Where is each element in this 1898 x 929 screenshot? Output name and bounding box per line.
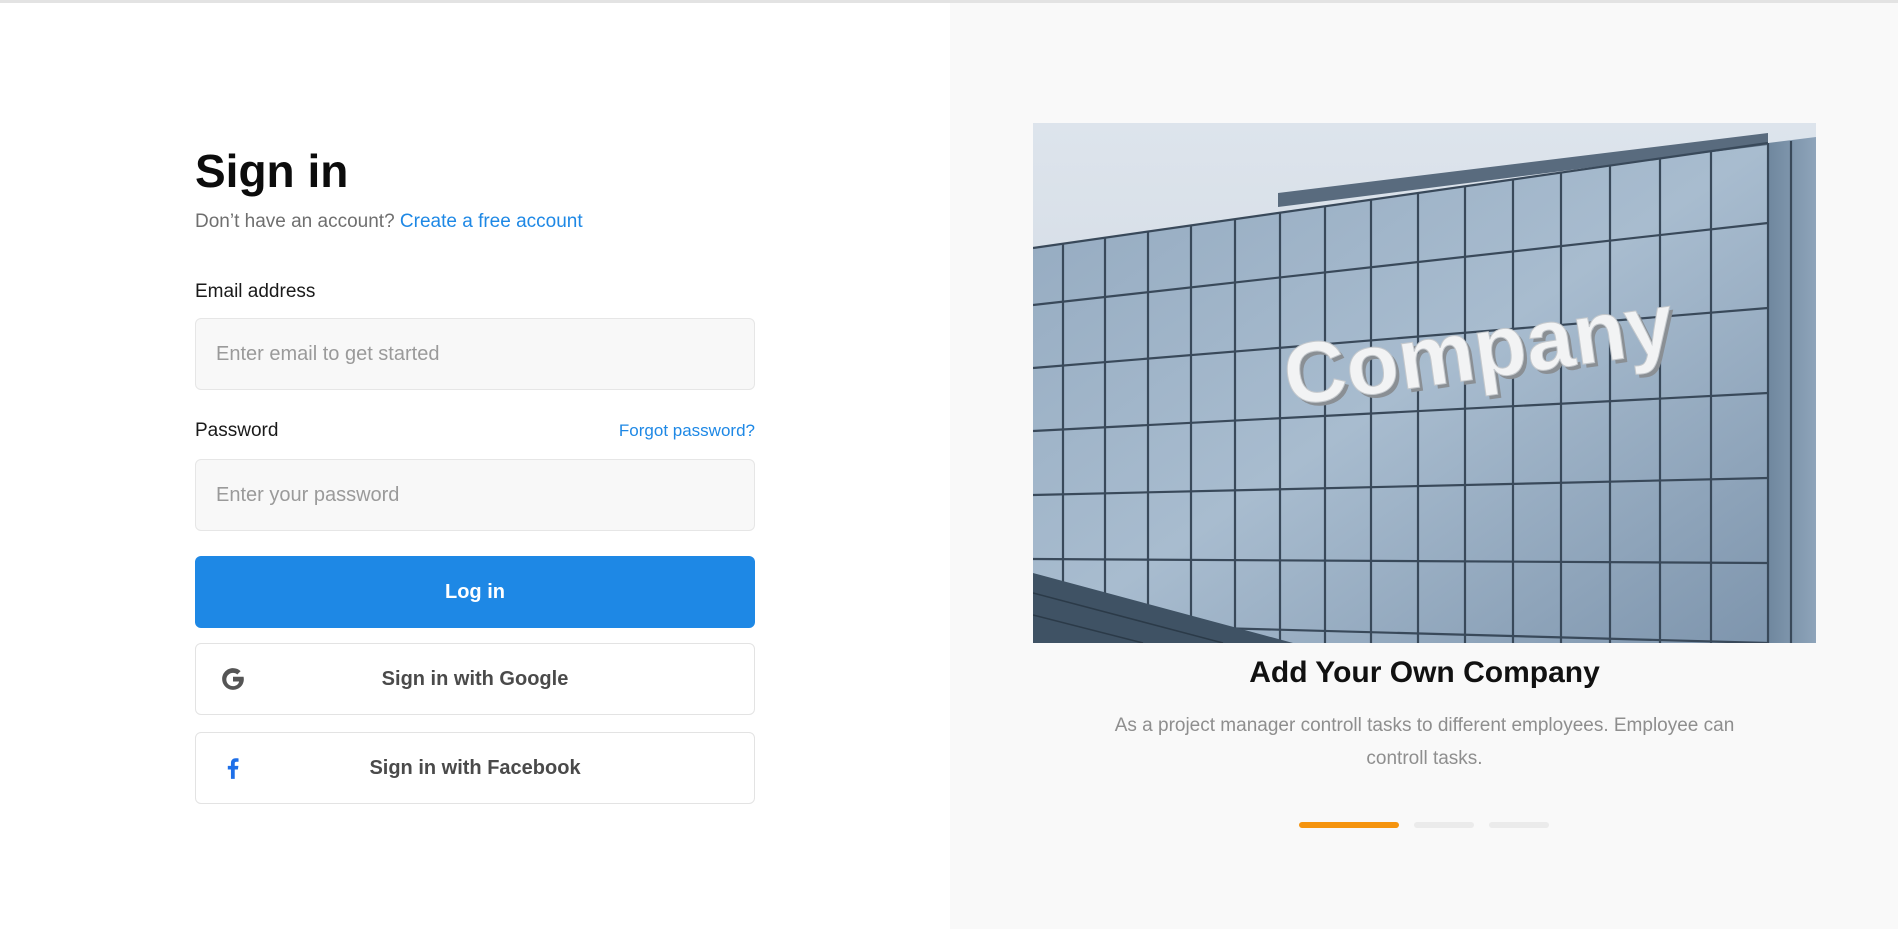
no-account-text: Don’t have an account?	[195, 211, 395, 232]
email-label: Email address	[195, 281, 316, 302]
facebook-signin-label: Sign in with Facebook	[369, 756, 581, 779]
sign-in-page: Sign in Don’t have an account? Create a …	[0, 0, 1898, 929]
company-building-image: Company Company	[1033, 123, 1816, 643]
password-field[interactable]	[195, 459, 755, 531]
carousel-indicators	[1299, 822, 1549, 828]
password-label-row: Password Forgot password?	[195, 419, 755, 443]
carousel-indicator[interactable]	[1489, 822, 1549, 828]
google-signin-label: Sign in with Google	[381, 667, 569, 690]
google-g-icon	[220, 666, 246, 692]
create-account-prompt: Don’t have an account? Create a free acc…	[195, 210, 755, 234]
forgot-password-link[interactable]: Forgot password?	[619, 421, 755, 441]
facebook-f-icon	[220, 755, 246, 781]
slide-description: As a project manager controll tasks to d…	[1114, 715, 1735, 769]
password-label: Password	[195, 420, 279, 441]
page-title: Sign in	[195, 145, 349, 197]
create-account-link[interactable]: Create a free account	[400, 211, 583, 232]
slide-title: Add Your Own Company	[1249, 656, 1600, 689]
carousel-indicator[interactable]	[1414, 822, 1474, 828]
facebook-signin-button[interactable]: Sign in with Facebook	[195, 732, 755, 804]
login-button[interactable]: Log in	[195, 556, 755, 628]
email-field[interactable]	[195, 318, 755, 390]
google-signin-button[interactable]: Sign in with Google	[195, 643, 755, 715]
carousel-indicator[interactable]	[1299, 822, 1399, 828]
sign-in-form: Sign in Don’t have an account? Create a …	[195, 145, 755, 804]
